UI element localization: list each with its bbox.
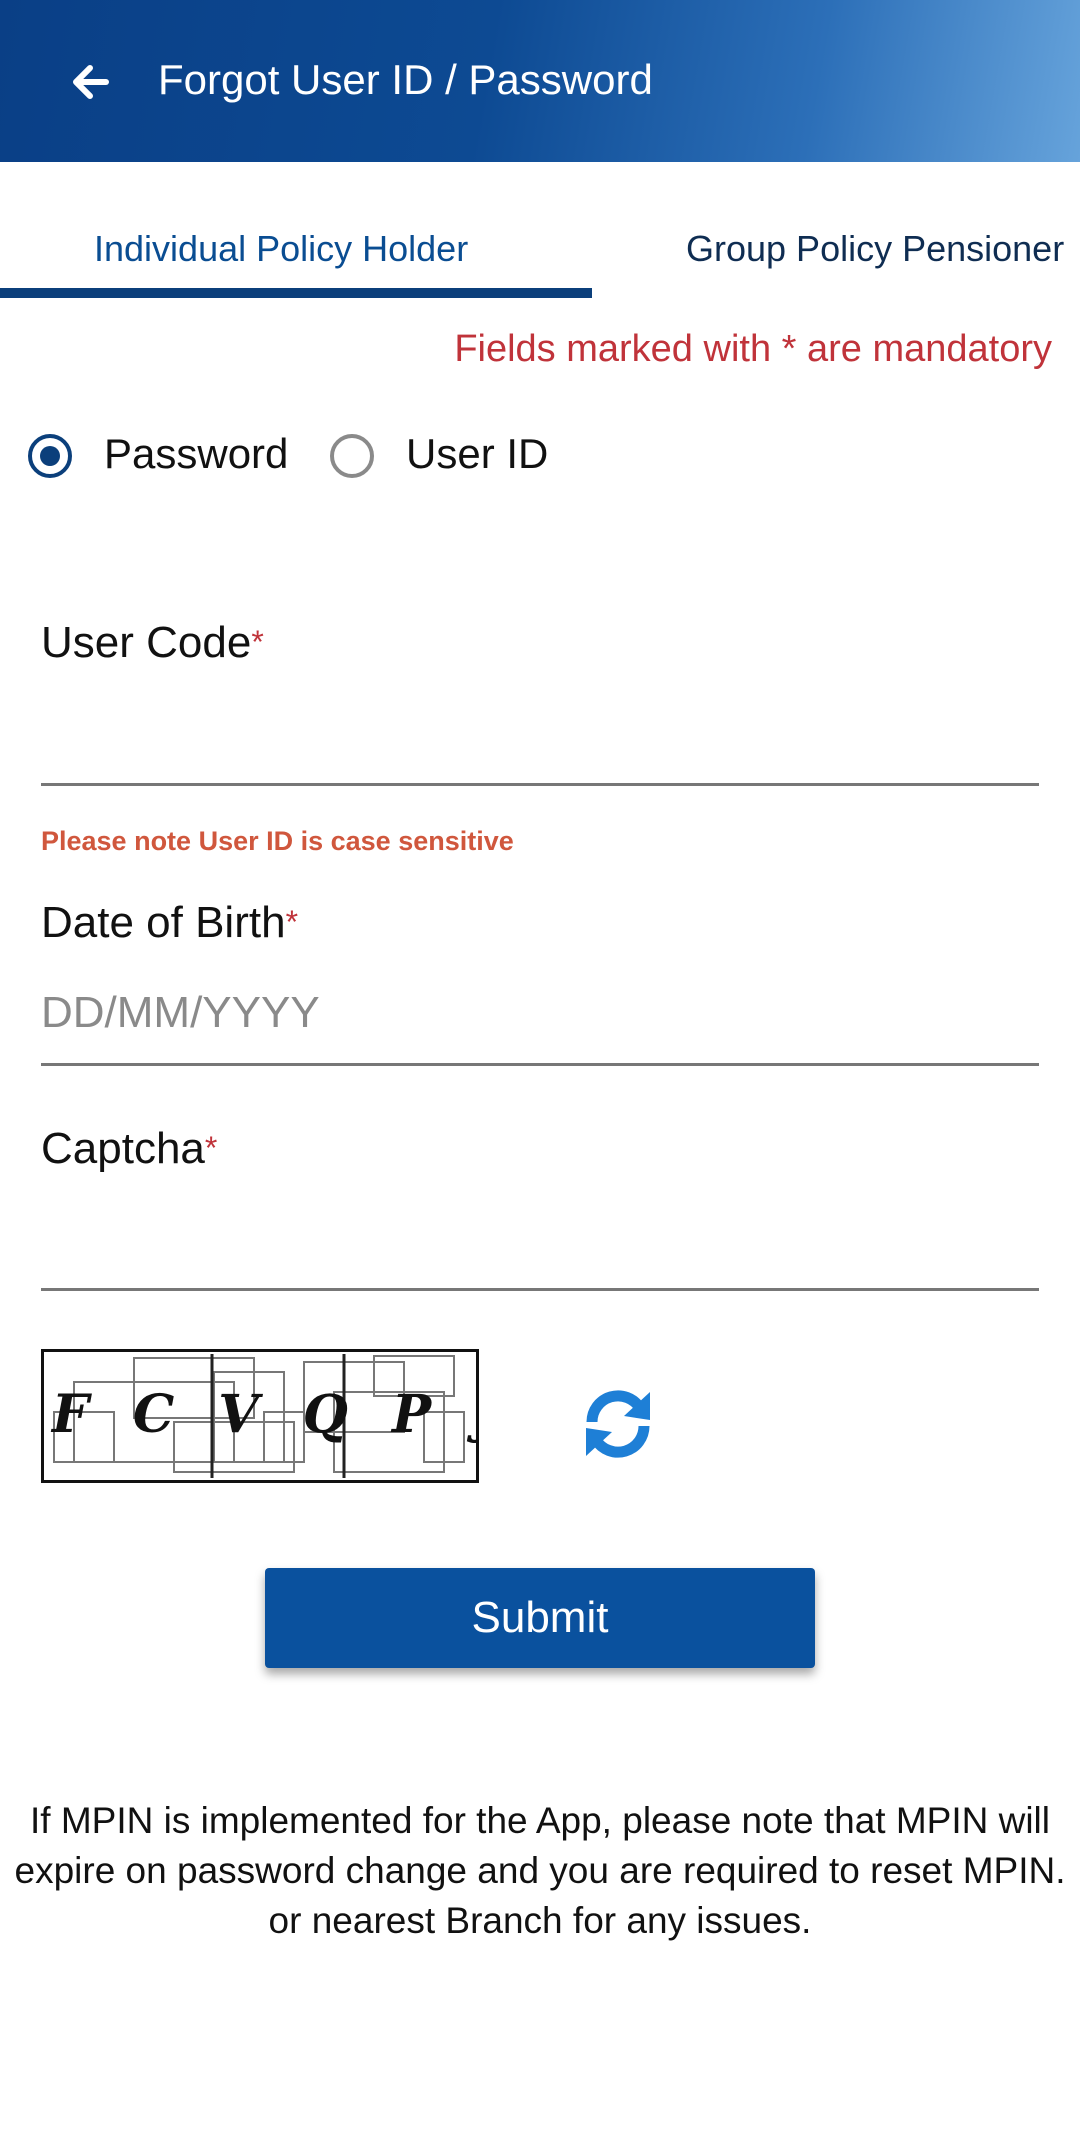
user-code-underline	[41, 783, 1039, 786]
captcha-refresh-button[interactable]	[578, 1384, 658, 1464]
captcha-label: Captcha*	[41, 1124, 217, 1174]
case-sensitive-hint: Please note User ID is case sensitive	[41, 826, 514, 856]
policy-tabs: Individual Policy Holder Group Policy Pe…	[0, 162, 1080, 300]
tab-individual-policy-holder[interactable]: Individual Policy Holder	[94, 228, 468, 270]
password-radio[interactable]	[28, 434, 72, 478]
submit-button[interactable]: Submit	[265, 1568, 815, 1668]
tab-group-policy-pensioner[interactable]: Group Policy Pensioner	[686, 228, 1064, 270]
required-mark: *	[204, 1130, 218, 1166]
page-title: Forgot User ID / Password	[158, 56, 653, 103]
dob-label: Date of Birth*	[41, 898, 298, 948]
password-radio-label[interactable]: Password	[104, 430, 288, 478]
refresh-icon	[586, 1390, 650, 1458]
user-code-input[interactable]	[41, 710, 1039, 780]
user-code-label: User Code*	[41, 618, 264, 668]
back-button[interactable]	[60, 52, 120, 112]
required-mark: *	[251, 624, 264, 660]
mpin-note-line1: If MPIN is implemented for the App, plea…	[14, 1800, 1066, 1891]
mpin-note: If MPIN is implemented for the App, plea…	[0, 1796, 1080, 1946]
captcha-label-text: Captcha	[41, 1124, 205, 1173]
active-tab-indicator	[0, 288, 592, 298]
recovery-type-group: Password User ID	[28, 430, 728, 486]
user-id-radio[interactable]	[330, 434, 374, 478]
arrow-left-icon	[73, 65, 109, 99]
mpin-note-line2: or nearest Branch for any issues.	[268, 1900, 812, 1941]
dob-label-text: Date of Birth	[41, 898, 286, 947]
captcha-text: FCVQPJ	[52, 1384, 476, 1445]
user-id-radio-label[interactable]: User ID	[406, 430, 548, 478]
app-bar: Forgot User ID / Password	[0, 0, 1080, 162]
dob-input[interactable]	[41, 978, 1039, 1048]
required-mark: *	[285, 904, 299, 940]
mandatory-fields-note: Fields marked with * are mandatory	[454, 328, 1052, 370]
captcha-image: FCVQPJ	[41, 1349, 479, 1483]
captcha-input[interactable]	[41, 1210, 1039, 1280]
captcha-underline	[41, 1288, 1039, 1291]
dob-underline	[41, 1063, 1039, 1066]
user-code-label-text: User Code	[41, 618, 252, 667]
